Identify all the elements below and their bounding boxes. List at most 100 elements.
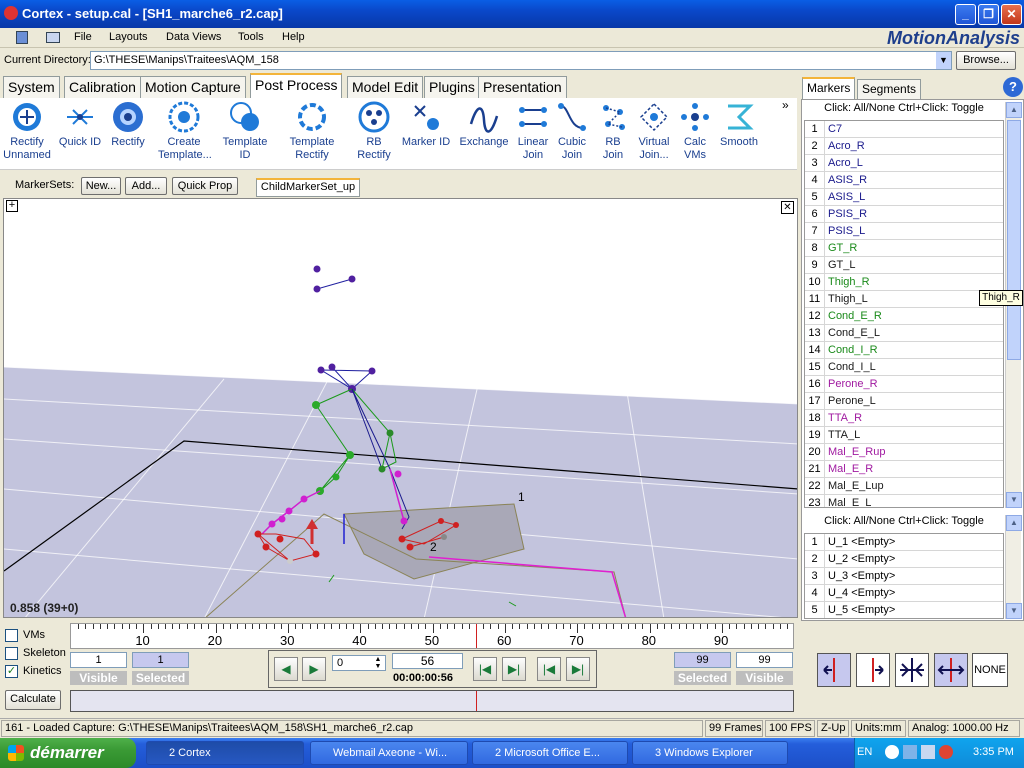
unnamed-list[interactable]: 1 U_1 <Empty> 2 U_2 <Empty> 3 U_3 <Empty> 4 U_4…	[804, 533, 1004, 619]
right-visible-input[interactable]: 99	[736, 652, 793, 668]
left-visible-input[interactable]: 1	[70, 652, 127, 668]
go-end-button[interactable]: ▶|	[502, 657, 526, 681]
marker-row[interactable]: 3 Acro_L	[805, 155, 1003, 172]
marker-row[interactable]: 23 Mal_E_L	[805, 495, 1003, 507]
marker-row[interactable]: 5 ASIS_L	[805, 189, 1003, 206]
marker-row[interactable]: 22 Mal_E_Lup	[805, 478, 1003, 495]
marker-row[interactable]: 7 PSIS_L	[805, 223, 1003, 240]
both-outward-button[interactable]	[934, 653, 968, 687]
add-markerset-button[interactable]: Add...	[125, 177, 167, 195]
markerset-tab[interactable]: ChildMarkerSet_up	[256, 178, 360, 197]
current-frame-cursor[interactable]	[476, 691, 477, 711]
unnamed-scrollbar[interactable]: ▲ ▼	[1005, 515, 1022, 619]
marker-row[interactable]: 18 TTA_R	[805, 410, 1003, 427]
menu-file[interactable]: File	[74, 31, 92, 43]
go-start-button[interactable]: |◀	[473, 657, 497, 681]
menu-tools[interactable]: Tools	[238, 31, 264, 43]
scroll-down-icon[interactable]: ▼	[1006, 603, 1022, 619]
scroll-up-icon[interactable]: ▲	[1006, 515, 1022, 531]
marker-row[interactable]: 19 TTA_L	[805, 427, 1003, 444]
vms-checkbox[interactable]	[5, 629, 18, 642]
unnamed-marker-row[interactable]: 4 U_4 <Empty>	[805, 585, 1003, 602]
marker-row[interactable]: 15 Cond_I_L	[805, 359, 1003, 376]
marker-row[interactable]: 13 Cond_E_L	[805, 325, 1003, 342]
marker-row[interactable]: 12 Cond_E_R	[805, 308, 1003, 325]
rectify-unnamed-button[interactable]: Rectify Unnamed	[1, 100, 53, 162]
viewport-close-icon[interactable]: ✕	[781, 201, 794, 214]
create-template-button[interactable]: Create Template...	[158, 100, 212, 162]
tab-post-process[interactable]: Post Process	[250, 73, 343, 98]
scroll-down-icon[interactable]: ▼	[1006, 492, 1022, 508]
marker-row[interactable]: 6 PSIS_R	[805, 206, 1003, 223]
current-frame-input[interactable]: 56	[392, 653, 463, 669]
spin-arrows-icon[interactable]: ▲ ▼	[372, 656, 384, 670]
rb-rectify-button[interactable]: RB Rectify	[348, 100, 400, 162]
tab-motion-capture[interactable]: Motion Capture	[140, 76, 246, 98]
tab-model-edit[interactable]: Model Edit	[347, 76, 424, 98]
marker-row[interactable]: 10 Thigh_R	[805, 274, 1003, 291]
unnamed-list-hint[interactable]: Click: All/None Ctrl+Click: Toggle	[804, 515, 1004, 531]
tray-icon-4[interactable]	[939, 745, 953, 759]
kinetics-checkbox[interactable]: ✓	[5, 665, 18, 678]
unnamed-marker-row[interactable]: 2 U_2 <Empty>	[805, 551, 1003, 568]
exchange-button[interactable]: Exchange	[458, 100, 510, 149]
markers-list[interactable]: 1 C7 2 Acro_R 3 Acro_L 4 ASIS_R 5 ASIS_L 6 PSIS_R 7 P…	[804, 120, 1004, 508]
skeleton-checkbox[interactable]	[5, 647, 18, 660]
none-button[interactable]: NONE	[972, 653, 1008, 687]
smooth-button[interactable]: Smooth	[713, 100, 765, 149]
tab-presentation[interactable]: Presentation	[478, 76, 567, 98]
menu-layouts[interactable]: Layouts	[109, 31, 148, 43]
marker-row[interactable]: 20 Mal_E_Rup	[805, 444, 1003, 461]
expand-icon[interactable]: +	[6, 200, 18, 212]
task-webmail[interactable]: Webmail Axeone - Wi...	[310, 741, 468, 765]
new-markerset-button[interactable]: New...	[81, 177, 121, 195]
template-id-button[interactable]: Template ID	[219, 100, 271, 162]
rectify-button[interactable]: Rectify	[102, 100, 154, 149]
help-icon[interactable]: ?	[1003, 77, 1023, 97]
quick-id-button[interactable]: Quick ID	[54, 100, 106, 149]
browse-button[interactable]: Browse...	[956, 51, 1016, 70]
markers-list-hint[interactable]: Click: All/None Ctrl+Click: Toggle	[804, 102, 1004, 118]
quick-prop-button[interactable]: Quick Prop	[172, 177, 238, 195]
unnamed-marker-row[interactable]: 3 U_3 <Empty>	[805, 568, 1003, 585]
directory-input[interactable]: G:\THESE\Manips\Traitees\AQM_158	[90, 51, 952, 70]
marker-row[interactable]: 4 ASIS_R	[805, 172, 1003, 189]
unnamed-marker-row[interactable]: 1 U_1 <Empty>	[805, 534, 1003, 551]
template-rectify-button[interactable]: Template Rectify	[286, 100, 338, 162]
tab-calibration[interactable]: Calibration	[64, 76, 141, 98]
left-selected-input[interactable]: 1	[132, 652, 189, 668]
task-cortex[interactable]: 2 Cortex	[146, 741, 304, 765]
language-indicator[interactable]: EN	[857, 746, 872, 758]
3d-viewport[interactable]: 1 2 + ✕ 0.858 (39+0)	[3, 198, 798, 618]
tab-plugins[interactable]: Plugins	[424, 76, 480, 98]
unnamed-marker-row[interactable]: 5 U_5 <Empty>	[805, 602, 1003, 618]
marker-row[interactable]: 8 GT_R	[805, 240, 1003, 257]
calculate-button[interactable]: Calculate	[5, 690, 61, 710]
step-back-button[interactable]: ◀	[274, 657, 298, 681]
prev-key-button[interactable]: |◀	[537, 657, 561, 681]
tab-system[interactable]: System	[3, 76, 60, 98]
marker-row[interactable]: 17 Perone_L	[805, 393, 1003, 410]
task-explorer[interactable]: 3 Windows Explorer	[632, 741, 788, 765]
marker-row[interactable]: 21 Mal_E_R	[805, 461, 1003, 478]
close-button[interactable]: ✕	[1001, 4, 1022, 25]
maximize-button[interactable]: ❐	[978, 4, 999, 25]
marker-row[interactable]: 14 Cond_I_R	[805, 342, 1003, 359]
marker-row[interactable]: 1 C7	[805, 121, 1003, 138]
chevron-down-icon[interactable]: ▼	[936, 52, 951, 69]
tab-markers[interactable]: Markers	[802, 77, 856, 99]
play-button[interactable]: ▶	[302, 657, 326, 681]
scroll-thumb[interactable]	[1007, 120, 1021, 360]
menu-data-views[interactable]: Data Views	[166, 31, 221, 43]
track-bar[interactable]	[70, 690, 794, 712]
current-frame-cursor[interactable]	[476, 624, 477, 648]
right-view-button[interactable]	[856, 653, 890, 687]
marker-row[interactable]: 16 Perone_R	[805, 376, 1003, 393]
menu-help[interactable]: Help	[282, 31, 305, 43]
both-inward-button[interactable]	[895, 653, 929, 687]
tray-icon-2[interactable]	[903, 745, 917, 759]
toolbar-overflow-icon[interactable]: »	[782, 98, 789, 112]
minimize-button[interactable]: _	[955, 4, 976, 25]
next-key-button[interactable]: ▶|	[566, 657, 590, 681]
task-office[interactable]: 2 Microsoft Office E...	[472, 741, 628, 765]
